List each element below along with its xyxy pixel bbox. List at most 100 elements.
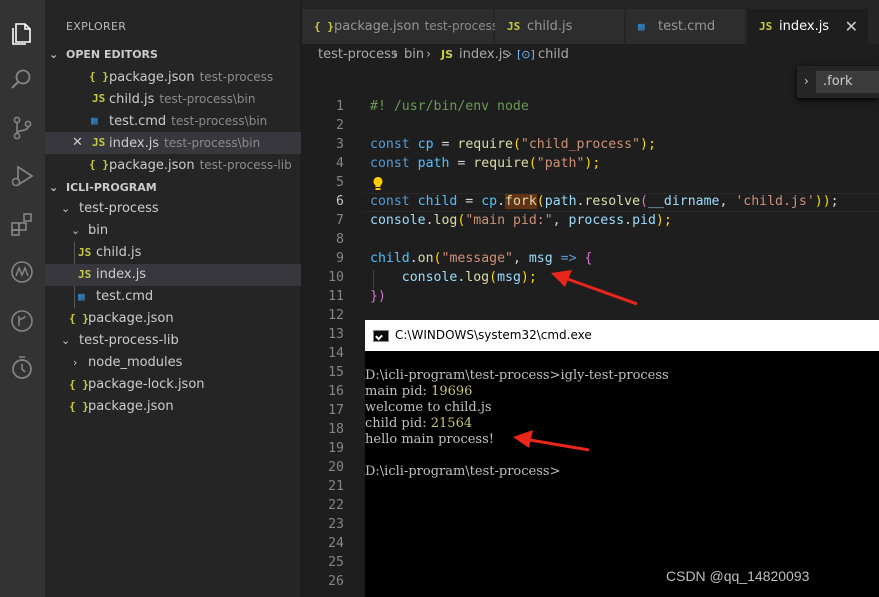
cmd-line: D:\icli-program\test-process>igly-test-p… <box>365 368 669 383</box>
open-editor-name: package.json <box>109 158 195 173</box>
find-input[interactable]: .fork <box>816 71 879 93</box>
line-number: 26 <box>328 574 344 589</box>
cmd-titlebar[interactable]: C:\WINDOWS\system32\cmd.exe <box>365 320 879 351</box>
watermark: CSDN @qq_14820093 <box>666 568 810 584</box>
aw-extension-icon[interactable] <box>8 258 36 286</box>
file-name: package-lock.json <box>88 377 205 392</box>
js-file-icon: JS <box>92 92 106 105</box>
line-number: 12 <box>328 308 344 323</box>
close-icon[interactable]: ✕ <box>845 9 858 44</box>
code-line: child.on("message", msg => { <box>370 251 593 266</box>
json-file-icon: { } <box>314 20 334 33</box>
open-editor-item-active[interactable]: ✕ JS index.js test-process\bin <box>45 132 301 154</box>
annotation-arrow <box>513 430 590 452</box>
timeline-icon[interactable] <box>8 354 36 382</box>
code-line: const child = cp.fork(path.resolve(__dir… <box>370 194 839 209</box>
tree-file[interactable]: { } package.json <box>45 308 301 330</box>
folder-name: test-process-lib <box>79 333 179 348</box>
tree-file-selected[interactable]: JS index.js <box>45 264 301 286</box>
open-editor-name: index.js <box>109 136 160 151</box>
tree-file[interactable]: { } package-lock.json <box>45 374 301 396</box>
cmd-window[interactable]: C:\WINDOWS\system32\cmd.exe D:\icli-prog… <box>365 320 879 597</box>
search-icon[interactable] <box>8 66 36 94</box>
line-number: 18 <box>328 422 344 437</box>
line-number: 10 <box>328 270 344 285</box>
cmd-line: child pid: 21564 <box>365 416 473 431</box>
tab-label: package.json <box>334 19 420 34</box>
lightbulb-icon[interactable] <box>372 176 384 192</box>
line-number: 13 <box>328 327 344 342</box>
open-editor-name: child.js <box>109 92 155 107</box>
open-editor-item[interactable]: JS child.js test-process\bin <box>45 88 301 110</box>
code-line: const cp = require("child_process"); <box>370 137 656 152</box>
editor-tabs: { } package.json test-process JS child.js… <box>302 0 879 44</box>
open-editor-desc: test-process\bin <box>159 92 256 106</box>
cmd-file-icon: ▦ <box>638 20 645 33</box>
code-line: }) <box>370 289 386 304</box>
annotation-arrow <box>551 270 638 306</box>
remote-git-icon[interactable] <box>8 307 36 335</box>
open-editor-item[interactable]: { } package.json test-process-lib <box>45 154 301 176</box>
breadcrumb-item[interactable]: test-process <box>318 44 398 66</box>
line-number: 5 <box>336 175 344 190</box>
close-icon[interactable]: ✕ <box>72 132 83 154</box>
tree-folder[interactable]: › node_modules <box>45 352 301 374</box>
open-editor-name: test.cmd <box>109 114 167 129</box>
file-name: package.json <box>88 399 174 414</box>
open-editor-desc: test-process\bin <box>171 114 268 128</box>
open-editor-item[interactable]: { } package.json test-process <box>45 66 301 88</box>
tree-file[interactable]: JS child.js <box>45 242 301 264</box>
extensions-icon[interactable] <box>8 210 36 238</box>
js-file-icon: JS <box>78 246 92 259</box>
tab-test-cmd[interactable]: ▦ test.cmd <box>626 9 746 44</box>
breadcrumb-item[interactable]: bin <box>404 44 424 66</box>
breadcrumb-item[interactable]: index.js <box>459 44 509 66</box>
json-file-icon: { } <box>69 400 89 413</box>
line-number: 1 <box>336 99 344 114</box>
chevron-down-icon: ⌄ <box>61 202 71 215</box>
tab-index-js[interactable]: JS index.js ✕ <box>747 9 869 44</box>
open-editors-section[interactable]: ⌄ OPEN EDITORS <box>45 44 301 66</box>
line-number: 14 <box>328 346 344 361</box>
line-number: 3 <box>336 137 344 152</box>
source-control-icon[interactable] <box>8 114 36 142</box>
project-section[interactable]: ⌄ ICLI-PROGRAM <box>45 177 301 199</box>
line-number: 16 <box>328 384 344 399</box>
json-file-icon: { } <box>89 70 109 83</box>
line-number: 21 <box>328 479 344 494</box>
cmd-app-icon <box>373 330 389 342</box>
tab-package-json[interactable]: { } package.json test-process <box>302 9 498 44</box>
file-name: index.js <box>96 267 147 282</box>
file-name: package.json <box>88 311 174 326</box>
open-editor-desc: test-process <box>199 70 274 84</box>
chevron-right-icon: › <box>73 356 78 369</box>
tree-folder[interactable]: ⌄ test-process-lib <box>45 330 301 352</box>
line-number: 19 <box>328 441 344 456</box>
breadcrumb-item[interactable]: child <box>538 44 569 66</box>
line-number: 23 <box>328 517 344 532</box>
cmd-file-icon: ▦ <box>78 290 85 303</box>
cmd-line: main pid: 19696 <box>365 384 473 399</box>
run-debug-icon[interactable] <box>8 162 36 190</box>
tree-file[interactable]: ▦ test.cmd <box>45 286 301 308</box>
open-editor-item[interactable]: ▦ test.cmd test-process\bin <box>45 110 301 132</box>
json-file-icon: { } <box>69 378 89 391</box>
line-number: 20 <box>328 460 344 475</box>
line-number: 6 <box>336 194 344 209</box>
file-name: test.cmd <box>96 289 154 304</box>
cmd-title: C:\WINDOWS\system32\cmd.exe <box>395 328 592 342</box>
tree-folder[interactable]: ⌄ bin <box>45 220 301 242</box>
tree-folder[interactable]: ⌄ test-process <box>45 198 301 220</box>
json-file-icon: { } <box>89 158 109 171</box>
folder-name: test-process <box>79 201 159 216</box>
tab-desc: test-process <box>424 19 499 33</box>
js-file-icon: JS <box>92 136 106 149</box>
tree-file[interactable]: { } package.json <box>45 396 301 418</box>
chevron-right-icon[interactable]: › <box>804 74 809 88</box>
tab-label: index.js <box>779 19 830 34</box>
line-number: 24 <box>328 536 344 551</box>
files-icon[interactable] <box>8 20 36 48</box>
tab-child-js[interactable]: JS child.js <box>495 9 625 44</box>
breadcrumb: test-process › bin › JS index.js › [⊙] c… <box>302 44 879 66</box>
line-number: 17 <box>328 403 344 418</box>
